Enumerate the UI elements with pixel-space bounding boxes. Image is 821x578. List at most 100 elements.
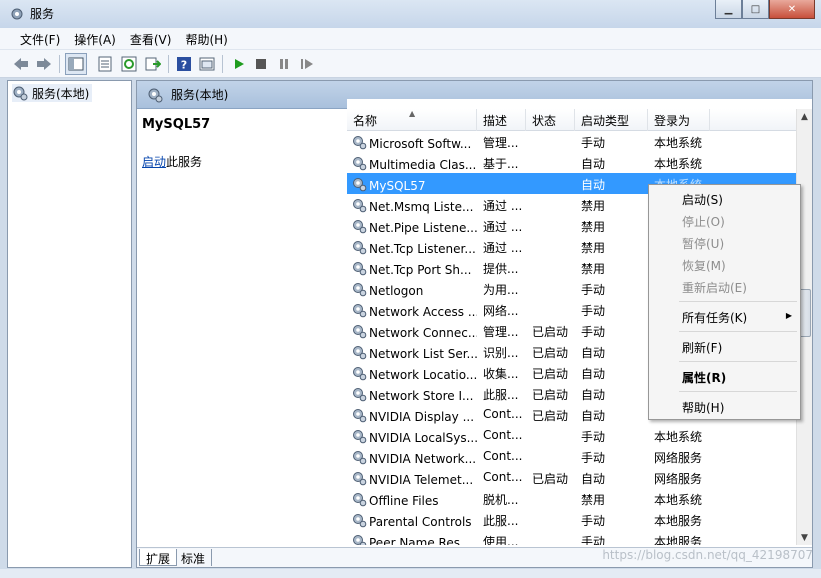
service-name: Net.Tcp Listener...: [369, 241, 476, 256]
tab-standard[interactable]: 标准: [175, 549, 213, 566]
back-arrow-icon[interactable]: [10, 53, 32, 75]
minimize-button[interactable]: ▁: [715, 0, 742, 19]
close-button[interactable]: ✕: [769, 0, 815, 19]
service-row[interactable]: NVIDIA LocalSys... Cont... 手动 本地系统: [347, 425, 797, 446]
service-description: 为用...: [483, 283, 519, 297]
service-name: Network List Ser...: [369, 346, 477, 361]
scroll-up-icon[interactable]: ▲: [797, 109, 812, 124]
submenu-arrow-icon: ▶: [785, 311, 792, 320]
pause-icon[interactable]: [273, 53, 295, 75]
ctx-help[interactable]: 帮助(H): [682, 397, 724, 417]
export-list-icon[interactable]: [142, 53, 164, 75]
service-row[interactable]: NVIDIA Network... Cont... 手动 网络服务: [347, 446, 797, 467]
forward-arrow-icon[interactable]: [33, 53, 55, 75]
service-name: Net.Msmq Liste...: [369, 199, 474, 214]
refresh-icon[interactable]: [118, 53, 140, 75]
service-logon-as: 本地系统: [654, 136, 703, 150]
service-description: Cont...: [483, 407, 523, 421]
service-name-cell: Network Locatio...: [351, 365, 477, 384]
service-name-cell: Parental Controls: [351, 512, 477, 531]
column-header-status[interactable]: 状态: [526, 109, 575, 131]
maximize-button[interactable]: □: [742, 0, 769, 19]
menu-file[interactable]: 文件(F): [14, 28, 68, 49]
service-startup-type: 自动: [581, 367, 606, 381]
service-description: 管理...: [483, 136, 519, 150]
service-gear-icon: [351, 365, 367, 384]
tree-item-services-local[interactable]: 服务(本地): [12, 84, 93, 102]
play-icon[interactable]: [228, 53, 250, 75]
ctx-properties[interactable]: 属性(R): [682, 367, 726, 387]
ctx-pause[interactable]: 暂停(U): [682, 233, 724, 253]
service-startup-type: 自动: [581, 157, 606, 171]
service-name-cell: Network List Ser...: [351, 344, 477, 363]
service-gear-icon: [351, 533, 367, 545]
ctx-restart[interactable]: 重新启动(E): [682, 277, 747, 297]
service-status: 已启动: [532, 346, 569, 360]
service-name: NVIDIA LocalSys...: [369, 430, 477, 445]
ctx-refresh[interactable]: 刷新(F): [682, 337, 722, 357]
service-description: 通过 ...: [483, 241, 523, 255]
service-name-cell: Offline Files: [351, 491, 477, 510]
service-description: 识别...: [483, 346, 519, 360]
toolbar-separator: [222, 55, 223, 73]
column-label: 登录为: [654, 114, 691, 128]
help-icon[interactable]: ?: [173, 53, 195, 75]
scroll-down-icon[interactable]: ▼: [797, 530, 812, 545]
service-gear-icon: [351, 470, 367, 489]
stop-icon[interactable]: [250, 53, 272, 75]
column-header-name[interactable]: ▲ 名称: [347, 109, 477, 131]
ctx-separator: [679, 331, 797, 332]
column-header-logon-as[interactable]: 登录为: [648, 109, 710, 131]
ctx-resume[interactable]: 恢复(M): [682, 255, 726, 275]
service-description: 此服...: [483, 388, 519, 402]
menu-view[interactable]: 查看(V): [124, 28, 180, 49]
toolbar: ?: [0, 50, 821, 78]
console-view-icon[interactable]: [196, 53, 218, 75]
service-logon-as: 本地系统: [654, 493, 703, 507]
service-row[interactable]: Peer Name Res... 使用... 手动 本地服务: [347, 530, 797, 545]
start-service-link[interactable]: 启动: [142, 155, 166, 169]
service-description: 脱机...: [483, 493, 519, 507]
watermark: https://blog.csdn.net/qq_42198707: [602, 548, 813, 562]
restart-icon[interactable]: [296, 53, 318, 75]
show-tree-icon[interactable]: [65, 53, 87, 75]
service-gear-icon: [351, 155, 367, 174]
column-header-description[interactable]: 描述: [477, 109, 526, 131]
service-name-cell: Net.Msmq Liste...: [351, 197, 477, 216]
service-logon-as: 本地系统: [654, 430, 703, 444]
start-service-suffix: 此服务: [166, 155, 203, 169]
menu-action[interactable]: 操作(A): [68, 28, 124, 49]
service-name: Microsoft Softw...: [369, 136, 472, 151]
service-name: MySQL57: [369, 178, 426, 193]
window-title: 服务: [30, 7, 55, 21]
ctx-stop[interactable]: 停止(O): [682, 211, 725, 231]
service-row[interactable]: Microsoft Softw... 管理... 手动 本地系统: [347, 131, 797, 152]
service-startup-type: 手动: [581, 451, 606, 465]
service-row[interactable]: Parental Controls 此服... 手动 本地服务: [347, 509, 797, 530]
service-startup-type: 禁用: [581, 493, 606, 507]
service-name-cell: Multimedia Clas...: [351, 155, 477, 174]
service-description: 收集...: [483, 367, 519, 381]
ctx-start[interactable]: 启动(S): [682, 189, 723, 209]
service-description: 网络...: [483, 304, 519, 318]
service-logon-as: 本地系统: [654, 157, 703, 171]
service-description: 通过 ...: [483, 199, 523, 213]
tab-extended[interactable]: 扩展: [139, 549, 178, 566]
services-gear-icon: [11, 8, 23, 20]
service-logon-as: 本地服务: [654, 514, 703, 528]
pane-header-title: 服务(本地): [171, 88, 229, 102]
service-startup-type: 手动: [581, 136, 606, 150]
menu-help[interactable]: 帮助(H): [179, 28, 235, 49]
service-row[interactable]: NVIDIA Telemet... Cont... 已启动 自动 网络服务: [347, 467, 797, 488]
service-row[interactable]: Offline Files 脱机... 禁用 本地系统: [347, 488, 797, 509]
service-startup-type: 禁用: [581, 241, 606, 255]
properties-sheet-icon[interactable]: [94, 53, 116, 75]
column-header-startup-type[interactable]: 启动类型: [575, 109, 648, 131]
service-startup-type: 禁用: [581, 220, 606, 234]
selected-service-title: MySQL57: [142, 117, 211, 132]
service-logon-as: 网络服务: [654, 472, 703, 486]
context-menu: 启动(S) 停止(O) 暂停(U) 恢复(M) 重新启动(E) 所有任务(K) …: [648, 184, 801, 420]
ctx-all-tasks[interactable]: 所有任务(K): [682, 307, 747, 327]
service-gear-icon: [351, 239, 367, 258]
service-row[interactable]: Multimedia Clas... 基于... 自动 本地系统: [347, 152, 797, 173]
